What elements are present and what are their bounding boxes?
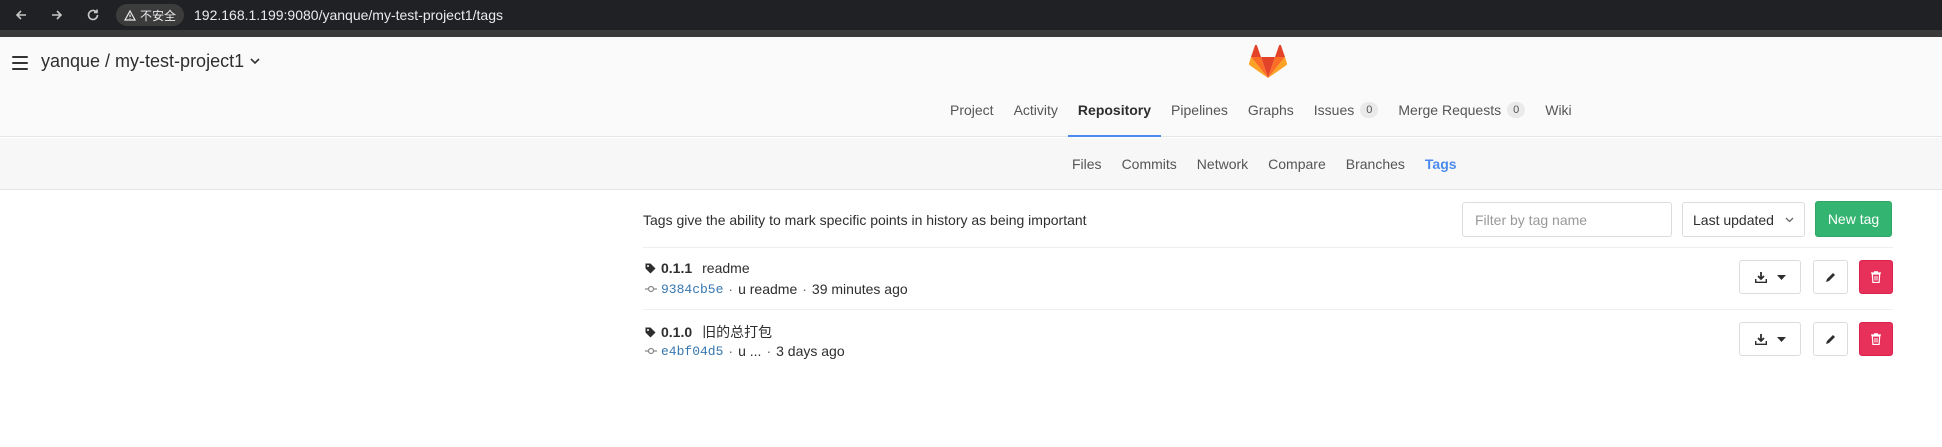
subtab-tags[interactable]: Tags xyxy=(1415,156,1467,172)
address-bar[interactable]: 不安全 192.168.1.199:9080/yanque/my-test-pr… xyxy=(116,3,503,27)
app-header: yanque / my-test-project1 Project Activi… xyxy=(0,37,1942,137)
arrow-left-icon[interactable] xyxy=(10,4,32,26)
commit-title[interactable]: u readme xyxy=(738,281,797,297)
trash-icon xyxy=(1871,333,1881,345)
commit-sha-link[interactable]: e4bf04d5 xyxy=(661,344,723,359)
tags-toolbar: Tags give the ability to mark specific p… xyxy=(643,190,1893,248)
project-title[interactable]: yanque / my-test-project1 xyxy=(41,51,260,72)
tag-row: 0.1.0 旧的总打包 e4bf04d5 · u ... · 3 days ag… xyxy=(643,310,1893,372)
trash-icon xyxy=(1871,271,1881,283)
caret-down-icon xyxy=(1776,274,1786,280)
tag-icon xyxy=(645,263,656,273)
commit-icon xyxy=(645,347,657,355)
tag-message: 旧的总打包 xyxy=(702,324,773,340)
tab-repository[interactable]: Repository xyxy=(1067,99,1162,137)
download-icon xyxy=(1754,271,1767,283)
download-dropdown-button[interactable] xyxy=(1739,260,1801,294)
tab-merge-requests[interactable]: Merge Requests 0 xyxy=(1388,99,1535,137)
tag-icon xyxy=(645,327,656,337)
main-nav: Project Activity Repository Pipelines Gr… xyxy=(940,99,1582,137)
gitlab-logo-icon[interactable] xyxy=(1249,45,1287,79)
sort-label: Last updated xyxy=(1693,211,1774,228)
browser-divider xyxy=(0,30,1942,37)
subtab-commits[interactable]: Commits xyxy=(1112,156,1187,172)
security-label: 不安全 xyxy=(140,8,177,23)
tab-project[interactable]: Project xyxy=(940,99,1004,137)
url-text[interactable]: 192.168.1.199:9080/yanque/my-test-projec… xyxy=(194,7,503,23)
tab-issues[interactable]: Issues 0 xyxy=(1304,99,1389,137)
edit-release-button[interactable] xyxy=(1813,260,1848,294)
warning-icon xyxy=(124,9,136,21)
reload-icon[interactable] xyxy=(82,4,104,26)
commit-title[interactable]: u ... xyxy=(738,343,761,359)
commit-icon xyxy=(645,285,657,293)
commit-sha-link[interactable]: 9384cb5e xyxy=(661,282,723,297)
merge-requests-count-badge: 0 xyxy=(1507,102,1526,118)
separator: · xyxy=(802,281,807,297)
pencil-icon xyxy=(1826,272,1835,282)
download-dropdown-button[interactable] xyxy=(1739,322,1801,356)
tag-name[interactable]: 0.1.1 xyxy=(661,260,692,276)
new-tag-button[interactable]: New tag xyxy=(1815,201,1892,237)
separator: · xyxy=(766,343,772,359)
subtab-files[interactable]: Files xyxy=(1062,156,1112,172)
hamburger-menu-icon[interactable] xyxy=(12,56,28,70)
commit-time: 39 minutes ago xyxy=(811,281,908,297)
issues-count-badge: 0 xyxy=(1360,102,1379,118)
edit-release-button[interactable] xyxy=(1813,322,1848,356)
arrow-right-icon[interactable] xyxy=(46,4,68,26)
browser-toolbar: 不安全 192.168.1.199:9080/yanque/my-test-pr… xyxy=(0,0,1942,30)
subtab-network[interactable]: Network xyxy=(1187,156,1258,172)
tab-pipelines[interactable]: Pipelines xyxy=(1161,99,1238,137)
pencil-icon xyxy=(1826,334,1835,344)
delete-tag-button[interactable] xyxy=(1859,322,1893,356)
separator: · xyxy=(728,281,734,297)
download-icon xyxy=(1754,333,1767,345)
commit-time: 3 days ago xyxy=(776,343,845,359)
tab-wiki[interactable]: Wiki xyxy=(1535,99,1581,137)
chevron-down-icon xyxy=(250,58,260,65)
security-indicator[interactable]: 不安全 xyxy=(116,4,185,26)
tab-graphs[interactable]: Graphs xyxy=(1238,99,1304,137)
tag-row: 0.1.1 readme 9384cb5e · u readme · 39 mi… xyxy=(643,248,1893,310)
tag-name[interactable]: 0.1.0 xyxy=(661,324,692,340)
delete-tag-button[interactable] xyxy=(1859,260,1893,294)
tab-activity[interactable]: Activity xyxy=(1004,99,1068,137)
subtab-branches[interactable]: Branches xyxy=(1336,156,1415,172)
page-description: Tags give the ability to mark specific p… xyxy=(643,212,1087,228)
subtab-compare[interactable]: Compare xyxy=(1258,156,1336,172)
project-path: yanque / my-test-project1 xyxy=(41,51,245,71)
tag-message: readme xyxy=(702,260,750,276)
filter-tags-input[interactable] xyxy=(1462,202,1672,237)
separator: · xyxy=(728,343,734,359)
sub-nav: Files Commits Network Compare Branches T… xyxy=(0,138,1942,190)
sort-dropdown[interactable]: Last updated xyxy=(1682,202,1805,237)
caret-down-icon xyxy=(1776,336,1786,342)
chevron-down-icon xyxy=(1785,217,1794,222)
